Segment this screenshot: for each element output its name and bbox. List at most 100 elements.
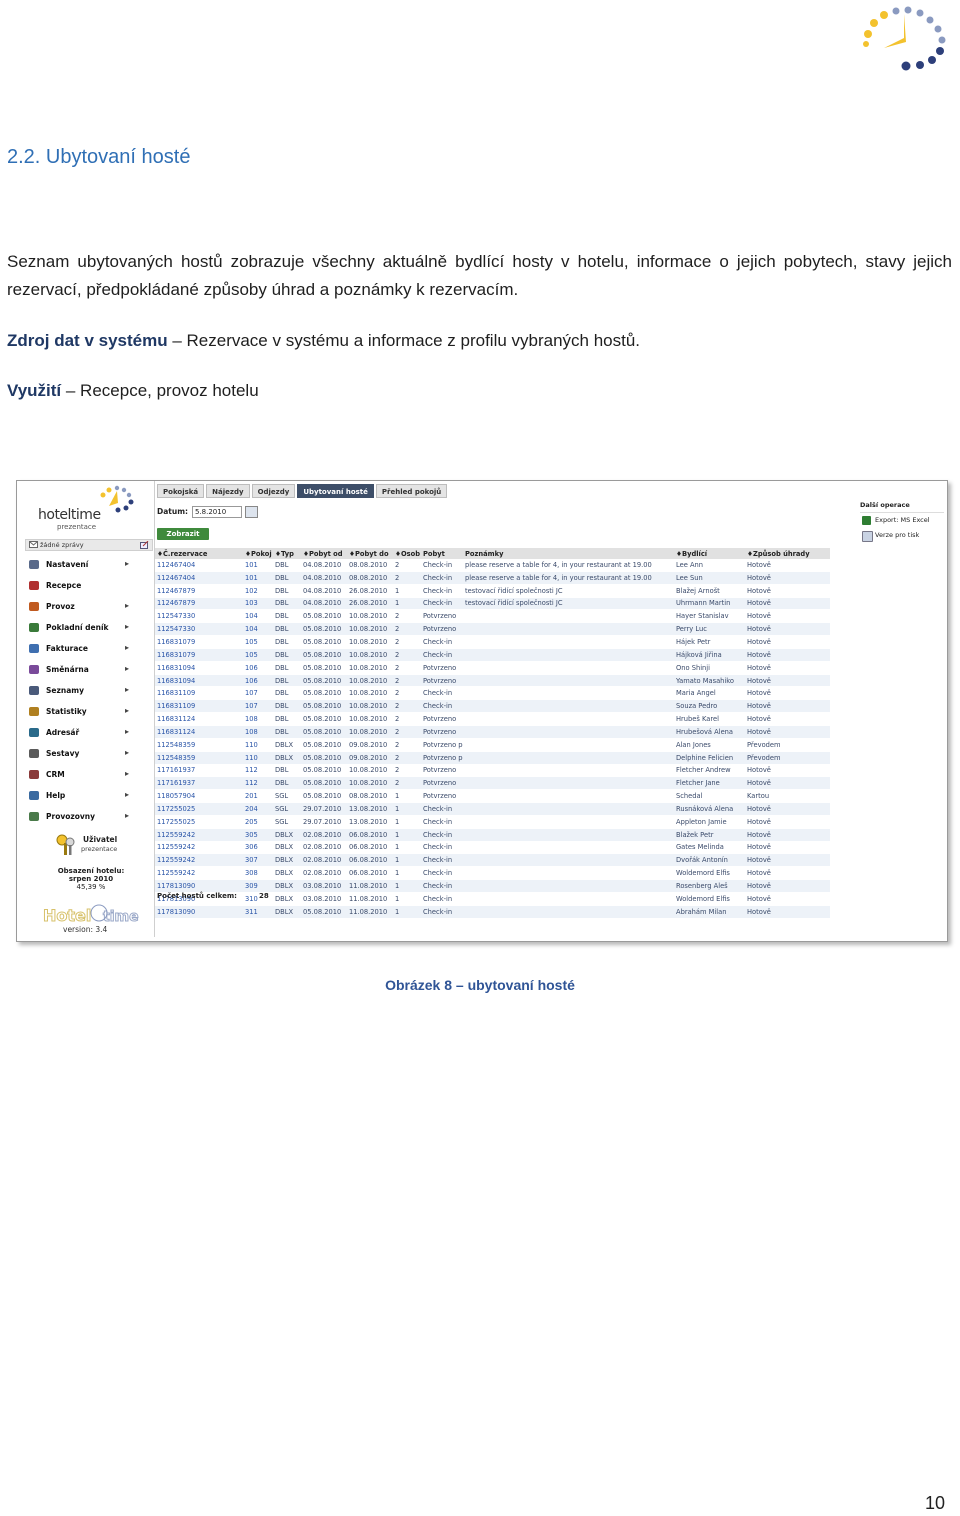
table-cell: Hotově [745,635,830,649]
print-version-link[interactable]: Verze pro tisk [860,528,944,543]
table-row[interactable]: 112559242 305 DBLX 02.08.2010 06.08.2010 1 Che… [155,828,830,842]
table-row[interactable]: 116831079 105 DBL 05.08.2010 10.08.2010 2 Chec… [155,648,830,662]
crm-icon [29,770,39,779]
table-row[interactable]: 112547330 104 DBL 05.08.2010 10.08.2010 2 Potv… [155,609,830,624]
table-cell[interactable]: 112559242 [155,828,243,842]
table-cell: 02.08.2010 [301,853,347,868]
calendar-icon[interactable] [245,506,258,518]
table-row[interactable]: 116831124 108 DBL 05.08.2010 10.08.2010 2 Potv… [155,725,830,739]
column-header[interactable]: ♦Pokoj [243,548,273,559]
table-row[interactable]: 116831124 108 DBL 05.08.2010 10.08.2010 2 Potv… [155,712,830,726]
table-cell[interactable]: 112547330 [155,622,243,637]
menu-item-4[interactable]: Fakturace ▸ [25,641,151,662]
table-row[interactable]: 117255025 204 SGL 29.07.2010 13.08.2010 1 Chec… [155,802,830,816]
column-header[interactable]: ♦Pobyt do [347,548,393,559]
tab-4[interactable]: Přehled pokojů [375,484,448,498]
messages-bar[interactable]: žádné zprávy [25,539,153,551]
column-header[interactable]: ♦Pobyt od [301,548,347,559]
tab-3[interactable]: Ubytovaní hosté [297,484,374,498]
table-row[interactable]: 116831109 107 DBL 05.08.2010 10.08.2010 2 Chec… [155,686,830,701]
table-cell[interactable]: 116831109 [155,699,243,714]
menu-item-2[interactable]: Provoz ▸ [25,599,151,620]
menu-item-0[interactable]: Nastavení ▸ [25,557,151,578]
table-cell[interactable]: 117255025 [155,815,243,829]
export-excel-link[interactable]: Export: MS Excel [860,513,944,528]
table-row[interactable]: 117255025 205 SGL 29.07.2010 13.08.2010 1 Chec… [155,815,830,829]
table-row[interactable]: 112548359 110 DBLX 05.08.2010 09.08.2010 2 Pot… [155,751,830,765]
branches-icon [29,812,39,821]
table-row[interactable]: 112467879 103 DBL 04.08.2010 26.08.2010 1 Chec… [155,597,830,611]
table-cell[interactable]: 116831124 [155,712,243,726]
table-cell[interactable]: 116831094 [155,674,243,688]
table-cell[interactable]: 112467879 [155,597,243,611]
table-cell[interactable]: 116831079 [155,635,243,649]
table-cell[interactable]: 116831094 [155,661,243,675]
table-cell[interactable]: 116831079 [155,648,243,662]
table-cell[interactable]: 112467404 [155,559,243,572]
menu-item-1[interactable]: Recepce [25,578,151,599]
table-cell[interactable]: 112559242 [155,853,243,868]
menu-item-7[interactable]: Statistiky ▸ [25,704,151,725]
table-row[interactable]: 116831079 105 DBL 05.08.2010 10.08.2010 2 Chec… [155,635,830,649]
table-row[interactable]: 112559242 308 DBLX 02.08.2010 06.08.2010 1 Che… [155,866,830,881]
table-row[interactable]: 117161937 112 DBL 05.08.2010 10.08.2010 2 Potv… [155,764,830,778]
table-cell: 05.08.2010 [301,622,347,637]
column-header[interactable]: ♦Způsob úhrady [745,548,830,559]
table-row[interactable]: 116831109 107 DBL 05.08.2010 10.08.2010 2 Chec… [155,699,830,714]
column-header[interactable]: ♦Osob [393,548,421,559]
table-cell[interactable]: 117161937 [155,764,243,778]
table-cell[interactable]: 117813090 [155,879,243,893]
table-cell[interactable]: 118057904 [155,789,243,804]
tab-1[interactable]: Nájezdy [206,484,250,498]
table-row[interactable]: 112467404 101 DBL 04.08.2010 08.08.2010 2 Chec… [155,559,830,572]
table-row[interactable]: 112467879 102 DBL 04.08.2010 26.08.2010 1 Chec… [155,584,830,598]
table-row[interactable]: 117813090 309 DBLX 03.08.2010 11.08.2010 1 Che… [155,879,830,893]
data-source-label: Zdroj dat v systému [7,331,168,350]
table-cell[interactable]: 112467879 [155,584,243,598]
tab-0[interactable]: Pokojská [157,484,205,498]
column-header[interactable]: ♦Typ [273,548,301,559]
table-cell[interactable]: 117255025 [155,802,243,816]
settings-icon [29,560,39,569]
table-cell[interactable]: 112559242 [155,866,243,881]
menu-item-5[interactable]: Směnárna ▸ [25,662,151,683]
menu-item-9[interactable]: Sestavy ▸ [25,746,151,767]
menu-item-11[interactable]: Help ▸ [25,788,151,809]
table-cell[interactable]: 116831109 [155,686,243,701]
user-box[interactable]: Uživatel prezentace [51,833,151,861]
column-header[interactable]: ♦Č.rezervace [155,548,243,559]
column-header[interactable]: ♦Bydlící [674,548,745,559]
table-cell[interactable]: 112467404 [155,571,243,585]
menu-item-8[interactable]: Adresář ▸ [25,725,151,746]
table-cell[interactable]: 112559242 [155,841,243,855]
compose-icon[interactable] [140,541,149,549]
table-cell[interactable]: 112548359 [155,751,243,765]
table-row[interactable]: 112467404 101 DBL 04.08.2010 08.08.2010 2 Chec… [155,571,830,585]
table-cell: 05.08.2010 [301,635,347,649]
show-button[interactable]: Zobrazit [157,528,209,540]
table-row[interactable]: 118057904 201 SGL 05.08.2010 08.08.2010 1 Potv… [155,789,830,804]
menu-item-3[interactable]: Pokladní deník ▸ [25,620,151,641]
table-row[interactable]: 112547330 104 DBL 05.08.2010 10.08.2010 2 Potv… [155,622,830,637]
table-cell: Hotově [745,686,830,701]
table-cell[interactable]: 112548359 [155,738,243,752]
table-cell[interactable]: 117161937 [155,776,243,791]
table-row[interactable]: 112559242 306 DBLX 02.08.2010 06.08.2010 1 Che… [155,841,830,855]
tab-2[interactable]: Odjezdy [251,484,296,498]
table-row[interactable]: 112548359 110 DBLX 05.08.2010 09.08.2010 2 Pot… [155,738,830,752]
menu-item-10[interactable]: CRM ▸ [25,767,151,788]
table-cell: 09.08.2010 [347,738,393,752]
menu-item-12[interactable]: Provozovny ▸ [25,809,151,830]
table-row[interactable]: 117813090 311 DBLX 05.08.2010 11.08.2010 1 Che… [155,905,830,919]
table-cell[interactable]: 112547330 [155,609,243,624]
table-row[interactable]: 116831094 106 DBL 05.08.2010 10.08.2010 2 Potv… [155,674,830,688]
table-row[interactable]: 112559242 307 DBLX 02.08.2010 06.08.2010 1 Che… [155,853,830,868]
table-row[interactable]: 117161937 112 DBL 05.08.2010 10.08.2010 2 Potv… [155,776,830,791]
table-row[interactable]: 116831094 106 DBL 05.08.2010 10.08.2010 2 Potv… [155,661,830,675]
date-input[interactable]: 5.8.2010 [192,506,242,518]
table-cell: 08.08.2010 [347,571,393,585]
table-cell[interactable]: 117813090 [155,905,243,919]
table-cell[interactable]: 116831124 [155,725,243,739]
menu-item-6[interactable]: Seznamy ▸ [25,683,151,704]
table-cell: Lee Sun [674,571,745,585]
